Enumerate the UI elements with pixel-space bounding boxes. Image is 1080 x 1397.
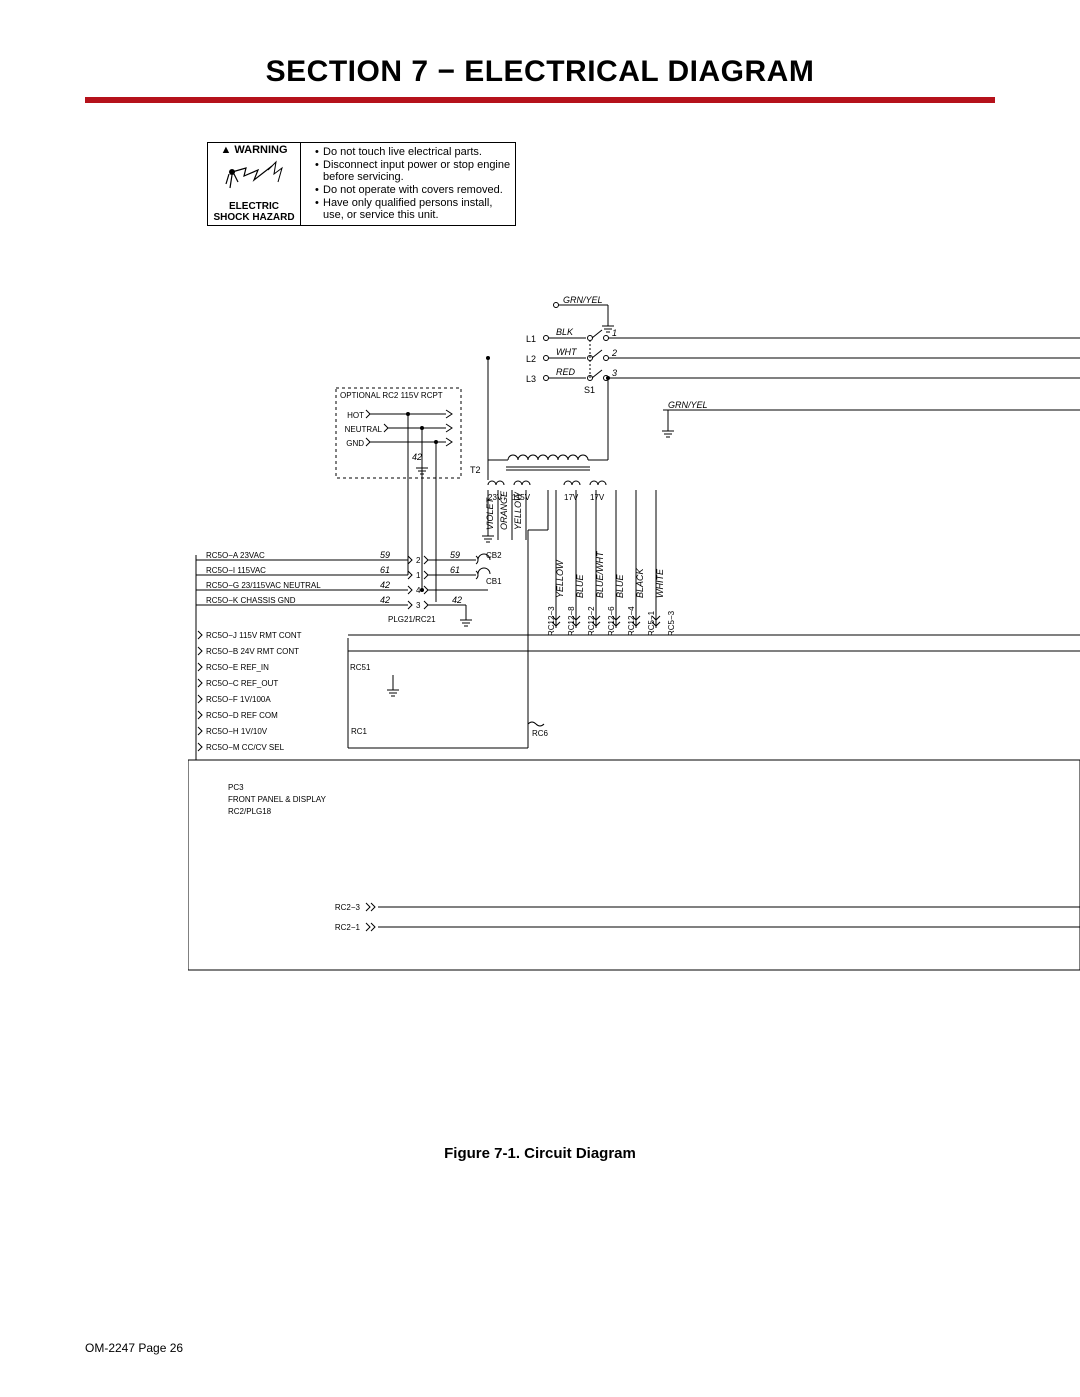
svg-text:RC12−2: RC12−2 (587, 606, 596, 636)
svg-text:RED: RED (556, 367, 576, 377)
svg-text:42: 42 (380, 580, 390, 590)
svg-text:GND: GND (346, 439, 364, 448)
svg-text:HOT: HOT (347, 411, 364, 420)
shock-hazard-icon (208, 157, 300, 201)
svg-text:61: 61 (380, 565, 390, 575)
svg-text:RC5O−D REF COM: RC5O−D REF COM (206, 711, 278, 720)
svg-text:S1: S1 (584, 385, 595, 395)
svg-text:RC51: RC51 (350, 663, 371, 672)
svg-text:RC5−1: RC5−1 (647, 610, 656, 636)
svg-text:1: 1 (416, 571, 421, 580)
svg-text:RC5O−C REF_OUT: RC5O−C REF_OUT (206, 679, 278, 688)
svg-text:RC1: RC1 (351, 727, 368, 736)
section-title: SECTION 7 − ELECTRICAL DIAGRAM (0, 0, 1080, 89)
svg-text:L3: L3 (526, 374, 536, 384)
circuit-diagram: GRN/YEL L1 BLK 1 L2 WHT 2 L3 RED 3 S1 (188, 280, 1080, 1080)
svg-text:2: 2 (416, 556, 421, 565)
svg-text:FRONT PANEL & DISPLAY: FRONT PANEL & DISPLAY (228, 795, 327, 804)
warning-sub: ELECTRICSHOCK HAZARD (208, 201, 300, 225)
svg-text:BLUE: BLUE (615, 573, 625, 598)
lbl-grnyel-right: GRN/YEL (668, 400, 708, 410)
svg-text:59: 59 (450, 550, 460, 560)
svg-text:RC12−3: RC12−3 (547, 606, 556, 636)
svg-text:RC2/PLG18: RC2/PLG18 (228, 807, 272, 816)
figure-caption: Figure 7-1. Circuit Diagram (0, 1145, 1080, 1162)
svg-text:RC5−3: RC5−3 (667, 610, 676, 636)
svg-text:RC5O−G 23/115VAC NEUTRAL: RC5O−G 23/115VAC NEUTRAL (206, 581, 321, 590)
svg-text:RC6: RC6 (532, 729, 549, 738)
svg-text:BLK: BLK (556, 327, 574, 337)
svg-text:1: 1 (612, 328, 617, 338)
svg-text:VIOLET: VIOLET (485, 496, 495, 530)
warning-box: ▲ WARNING ELECTRICSHOCK HAZARD Do not to… (207, 142, 516, 226)
svg-text:2: 2 (611, 348, 617, 358)
svg-text:RC5O−K CHASSIS GND: RC5O−K CHASSIS GND (206, 596, 296, 605)
svg-text:42: 42 (452, 595, 462, 605)
svg-text:17V: 17V (590, 493, 605, 502)
page-footer: OM-2247 Page 26 (85, 1341, 183, 1355)
svg-text:RC2−3: RC2−3 (335, 903, 361, 912)
svg-text:BLUE: BLUE (575, 573, 585, 598)
svg-text:BLUE/WHT: BLUE/WHT (595, 550, 605, 598)
svg-text:OPTIONAL RC2 115V RCPT: OPTIONAL RC2 115V RCPT (340, 391, 443, 400)
warning-bullets: Do not touch live electrical parts. Disc… (301, 143, 515, 225)
svg-text:PLG21/RC21: PLG21/RC21 (388, 615, 436, 624)
warning-heading: ▲ WARNING (208, 143, 300, 157)
lbl-grnyel-top: GRN/YEL (563, 295, 603, 305)
svg-text:L2: L2 (526, 354, 536, 364)
svg-text:BLACK: BLACK (635, 567, 645, 598)
svg-text:RC5O−H 1V/10V: RC5O−H 1V/10V (206, 727, 268, 736)
svg-text:RC5O−F 1V/100A: RC5O−F 1V/100A (206, 695, 271, 704)
svg-text:17V: 17V (564, 493, 579, 502)
svg-text:ORANGE: ORANGE (499, 490, 509, 530)
svg-text:3: 3 (416, 601, 421, 610)
svg-text:RC12−8: RC12−8 (567, 606, 576, 636)
svg-text:42: 42 (412, 452, 422, 462)
red-divider (85, 97, 995, 103)
svg-text:RC5O−M CC/CV SEL: RC5O−M CC/CV SEL (206, 743, 285, 752)
svg-text:CB1: CB1 (486, 577, 502, 586)
svg-text:61: 61 (450, 565, 460, 575)
svg-text:L1: L1 (526, 334, 536, 344)
svg-text:RC2−1: RC2−1 (335, 923, 361, 932)
svg-text:T2: T2 (470, 465, 481, 475)
svg-text:WHITE: WHITE (655, 568, 665, 598)
svg-text:RC12−4: RC12−4 (627, 606, 636, 636)
svg-text:RC12−6: RC12−6 (607, 606, 616, 636)
svg-text:YELLOW: YELLOW (513, 491, 523, 530)
svg-text:RC5O−I 115VAC: RC5O−I 115VAC (206, 566, 266, 575)
svg-text:WHT: WHT (556, 347, 578, 357)
svg-text:NEUTRAL: NEUTRAL (345, 425, 383, 434)
svg-text:PC3: PC3 (228, 783, 244, 792)
svg-text:RC5O−E REF_IN: RC5O−E REF_IN (206, 663, 269, 672)
svg-text:42: 42 (380, 595, 390, 605)
svg-text:RC5O−A 23VAC: RC5O−A 23VAC (206, 551, 265, 560)
svg-text:YELLOW: YELLOW (555, 559, 565, 598)
svg-text:RC5O−J 115V RMT CONT: RC5O−J 115V RMT CONT (206, 631, 302, 640)
svg-text:3: 3 (612, 368, 617, 378)
svg-text:RC5O−B 24V RMT CONT: RC5O−B 24V RMT CONT (206, 647, 299, 656)
svg-text:59: 59 (380, 550, 390, 560)
